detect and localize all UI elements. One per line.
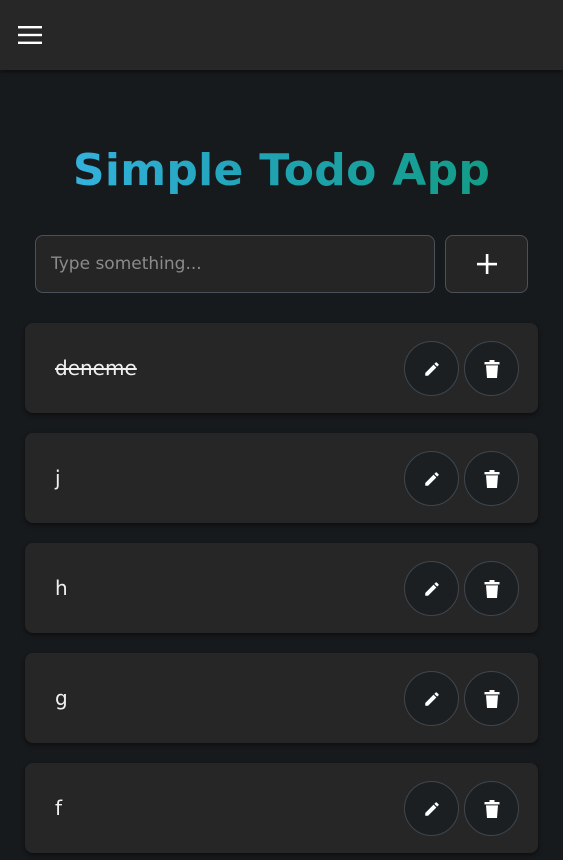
pencil-icon xyxy=(424,691,439,706)
todo-item: deneme xyxy=(25,323,538,413)
todo-item: j xyxy=(25,433,538,523)
trash-icon xyxy=(484,469,499,488)
hamburger-menu-icon xyxy=(18,26,42,44)
pencil-icon xyxy=(424,471,439,486)
trash-icon xyxy=(484,689,499,708)
edit-todo-button[interactable] xyxy=(404,781,459,836)
trash-icon xyxy=(484,579,499,598)
edit-todo-button[interactable] xyxy=(404,341,459,396)
todo-item: g xyxy=(25,653,538,743)
trash-icon xyxy=(484,359,499,378)
trash-icon xyxy=(484,799,499,818)
todo-item-text[interactable]: h xyxy=(55,543,68,633)
new-todo-input[interactable] xyxy=(35,235,435,293)
add-todo-button[interactable] xyxy=(445,235,528,293)
todo-item-text[interactable]: j xyxy=(55,433,61,523)
delete-todo-button[interactable] xyxy=(464,341,519,396)
delete-todo-button[interactable] xyxy=(464,561,519,616)
todo-item: h xyxy=(25,543,538,633)
plus-icon xyxy=(476,254,497,274)
edit-todo-button[interactable] xyxy=(404,451,459,506)
pencil-icon xyxy=(424,361,439,376)
menu-button[interactable] xyxy=(12,21,48,49)
edit-todo-button[interactable] xyxy=(404,671,459,726)
pencil-icon xyxy=(424,801,439,816)
top-app-bar xyxy=(0,0,563,70)
todo-item-text[interactable]: deneme xyxy=(55,323,137,413)
todo-item-text[interactable]: g xyxy=(55,653,68,743)
delete-todo-button[interactable] xyxy=(464,451,519,506)
edit-todo-button[interactable] xyxy=(404,561,459,616)
delete-todo-button[interactable] xyxy=(464,781,519,836)
todo-item: f xyxy=(25,763,538,853)
page-title: Simple Todo App xyxy=(0,140,563,202)
todo-item-text[interactable]: f xyxy=(55,763,62,853)
pencil-icon xyxy=(424,581,439,596)
delete-todo-button[interactable] xyxy=(464,671,519,726)
